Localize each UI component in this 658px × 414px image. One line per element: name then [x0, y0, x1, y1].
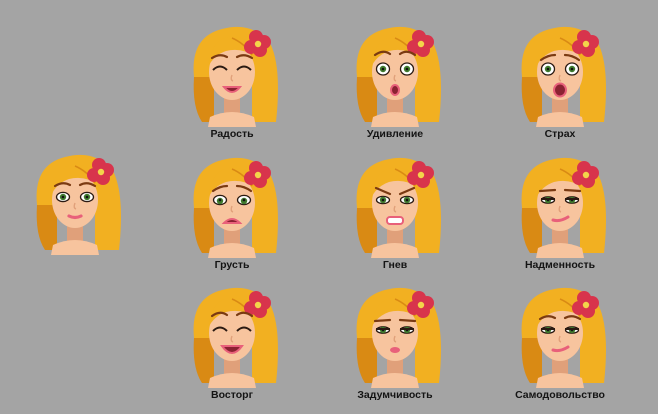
face-delight: Восторг — [177, 278, 287, 402]
caption-delight: Восторг — [211, 389, 253, 401]
face-arrogance: Надменность — [505, 148, 615, 272]
caption-fear: Страх — [544, 128, 576, 140]
caption-arrogance: Надменность — [524, 259, 596, 271]
face-fear-illustration — [521, 26, 606, 127]
face-anger: Гнев — [340, 148, 450, 272]
face-complacency-illustration — [521, 287, 606, 388]
caption-complacency: Самодовольство — [515, 389, 605, 401]
face-anger-illustration — [356, 157, 441, 258]
face-fear: Страх — [505, 17, 615, 141]
caption-pensiveness: Задумчивость — [357, 389, 433, 401]
face-surprise-illustration — [356, 26, 441, 127]
face-neutral-illustration — [36, 154, 121, 255]
caption-sadness: Грусть — [214, 259, 250, 271]
face-joy: Радость — [177, 17, 287, 141]
face-arrogance-illustration — [521, 157, 606, 258]
face-delight-illustration — [193, 287, 278, 388]
face-sadness: Грусть — [177, 148, 287, 272]
caption-anger: Гнев — [382, 259, 408, 271]
face-surprise: Удивление — [340, 17, 450, 141]
face-pensiveness: Задумчивость — [340, 278, 450, 402]
emotion-sheet: Радость Удивление Страх Грусть Гнев Надм… — [0, 0, 658, 414]
face-neutral — [20, 145, 130, 269]
face-joy-illustration — [193, 26, 278, 127]
face-sadness-illustration — [193, 157, 278, 258]
face-complacency: Самодовольство — [505, 278, 615, 402]
face-pensiveness-illustration — [356, 287, 441, 388]
caption-joy: Радость — [210, 128, 254, 140]
caption-surprise: Удивление — [366, 128, 424, 140]
